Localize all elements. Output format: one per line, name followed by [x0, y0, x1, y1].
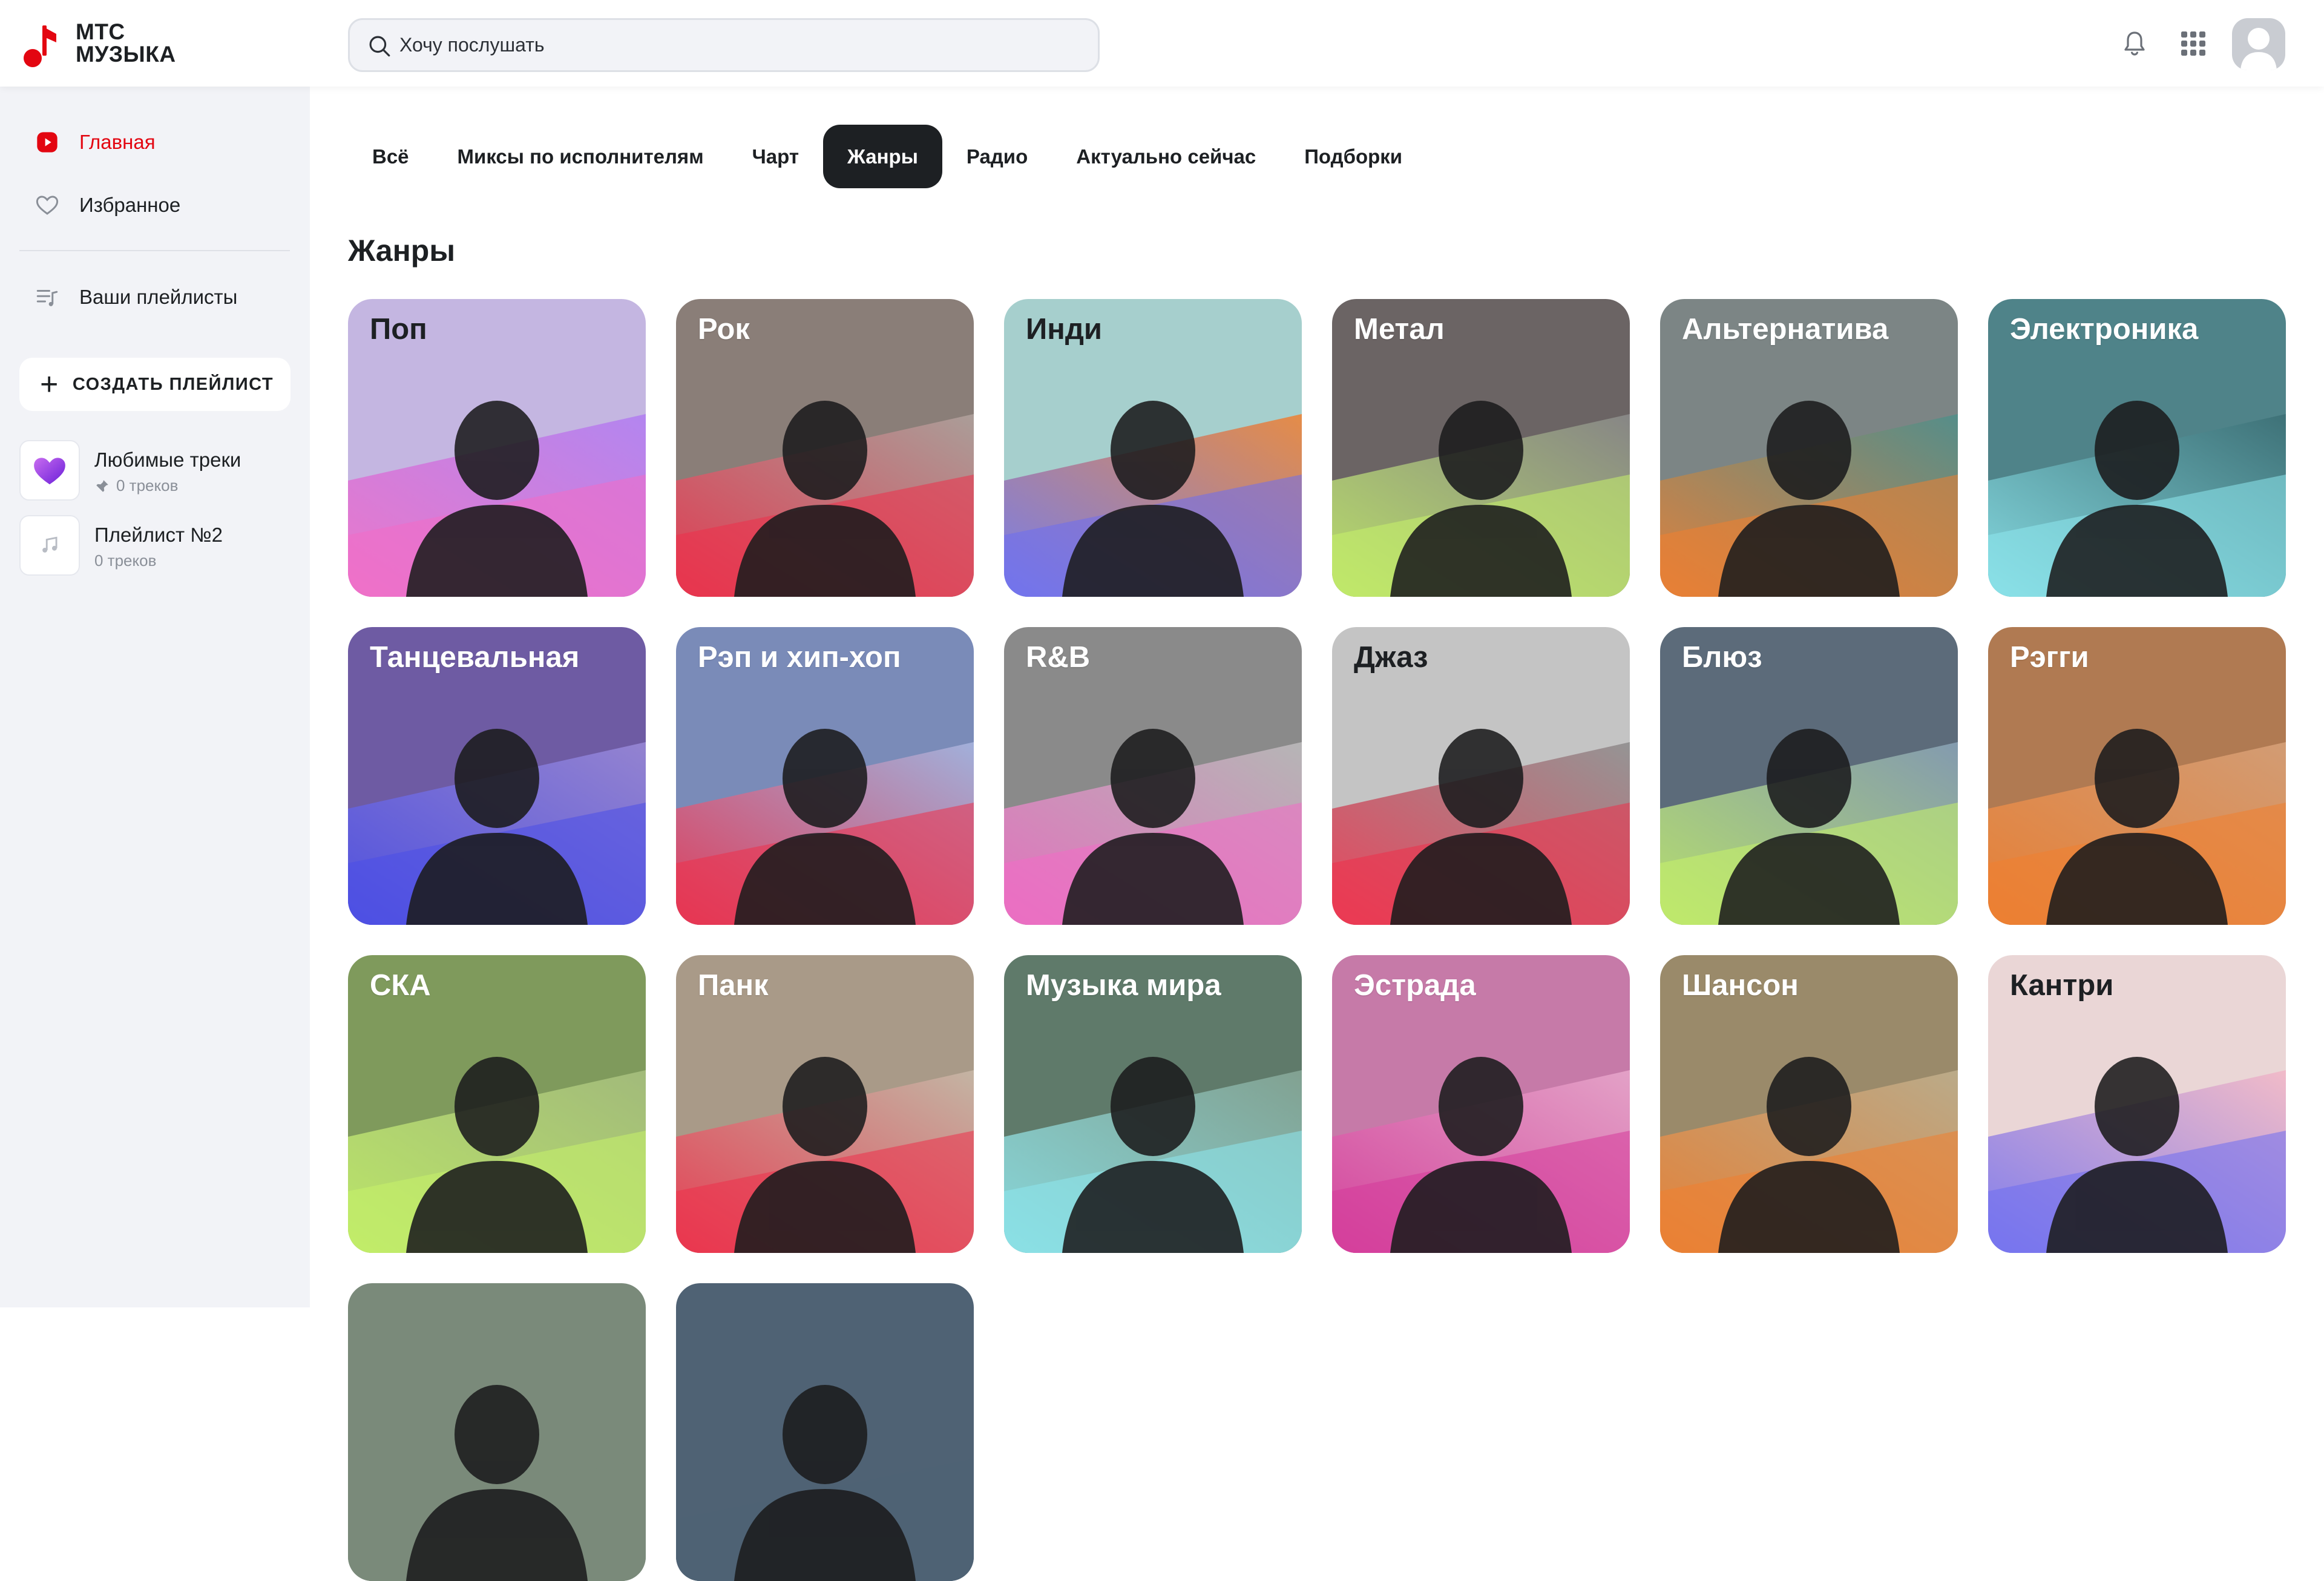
- sidebar-item-playlists[interactable]: Ваши плейлисты: [34, 280, 289, 314]
- genre-card-label: Панк: [698, 969, 769, 1002]
- genre-card-label: Шансон: [1682, 969, 1799, 1002]
- sidebar-item-home[interactable]: Главная: [34, 125, 289, 159]
- category-tabs: Всё Миксы по исполнителям Чарт Жанры Рад…: [348, 125, 1426, 188]
- genre-card[interactable]: Танцевальная: [348, 627, 646, 925]
- genre-card[interactable]: СКА: [348, 955, 646, 1253]
- genre-card-label: Танцевальная: [370, 641, 580, 674]
- genre-card[interactable]: Рок: [676, 299, 974, 597]
- tab-genres[interactable]: Жанры: [823, 125, 942, 188]
- genre-card[interactable]: Джаз: [1332, 627, 1630, 925]
- playlist-title: Любимые треки: [94, 449, 241, 471]
- genre-card[interactable]: Инди: [1004, 299, 1302, 597]
- genre-card[interactable]: Рэгги: [1988, 627, 2286, 925]
- genre-card-label: R&B: [1026, 641, 1091, 674]
- genre-card-label: Музыка мира: [1026, 969, 1221, 1002]
- playlist-subtitle: 0 треков: [94, 551, 157, 570]
- genre-card[interactable]: Эстрада: [1332, 955, 1630, 1253]
- genre-card-label: Метал: [1354, 313, 1445, 346]
- playlist-2[interactable]: Плейлист №2 0 треков: [19, 515, 292, 576]
- search-input[interactable]: [398, 20, 1064, 70]
- sidebar-item-favorites[interactable]: Избранное: [34, 188, 289, 222]
- search-icon: [369, 36, 390, 57]
- tab-collections[interactable]: Подборки: [1280, 125, 1426, 188]
- genre-card[interactable]: Шансон: [1660, 955, 1958, 1253]
- music-note-icon: [42, 536, 57, 553]
- playlist-icon: [34, 284, 60, 310]
- playlist-cover: [19, 515, 80, 576]
- tab-all[interactable]: Всё: [348, 125, 433, 188]
- genre-card-label: Электроника: [2010, 313, 2199, 346]
- playlist-favorite-tracks[interactable]: Любимые треки 0 треков: [19, 440, 292, 501]
- genre-card-label: Альтернатива: [1682, 313, 1889, 346]
- sidebar-divider: [19, 250, 290, 251]
- sidebar-item-label: Избранное: [79, 194, 181, 216]
- mts-logo-mark-icon: [24, 25, 56, 67]
- genre-card-label: Рэгги: [2010, 641, 2089, 674]
- genre-card[interactable]: Рэп и хип-хоп: [676, 627, 974, 925]
- apps-grid-icon[interactable]: [2179, 29, 2208, 58]
- home-play-icon: [34, 130, 60, 155]
- create-playlist-label: СОЗДАТЬ ПЛЕЙЛИСТ: [72, 374, 274, 394]
- bell-icon[interactable]: [2120, 29, 2149, 58]
- genre-card-label: Поп: [370, 313, 427, 346]
- heart-cover-icon: [34, 458, 65, 485]
- genre-grid: Поп Рок Инди Метал Альтернатива Электроника Та…: [348, 299, 2286, 1581]
- genre-card[interactable]: Метал: [1332, 299, 1630, 597]
- genre-card-label: СКА: [370, 969, 431, 1002]
- genre-card[interactable]: Поп: [348, 299, 646, 597]
- create-playlist-button[interactable]: + СОЗДАТЬ ПЛЕЙЛИСТ: [19, 358, 290, 411]
- genre-card[interactable]: [676, 1283, 974, 1581]
- section-title: Жанры: [348, 234, 456, 268]
- sidebar-item-label: Ваши плейлисты: [79, 286, 238, 308]
- tab-trending[interactable]: Актуально сейчас: [1052, 125, 1280, 188]
- genre-card[interactable]: Альтернатива: [1660, 299, 1958, 597]
- genre-card-label: Эстрада: [1354, 969, 1476, 1002]
- genre-card[interactable]: Электроника: [1988, 299, 2286, 597]
- tab-chart[interactable]: Чарт: [728, 125, 823, 188]
- genre-card[interactable]: R&B: [1004, 627, 1302, 925]
- sidebar: Главная Избранное Ваши плейлисты + СОЗДА…: [0, 87, 310, 1307]
- mts-music-logo[interactable]: МТС МУЗЫКА: [22, 18, 204, 73]
- genre-card[interactable]: Кантри: [1988, 955, 2286, 1253]
- search-bar[interactable]: [348, 18, 1100, 72]
- genre-card[interactable]: Музыка мира: [1004, 955, 1302, 1253]
- genre-card[interactable]: Блюз: [1660, 627, 1958, 925]
- playlist-cover: [19, 440, 80, 501]
- genre-artwork: [676, 1283, 974, 1581]
- pin-icon: [96, 479, 108, 492]
- genre-card-label: Джаз: [1354, 641, 1428, 674]
- genre-card-label: Рок: [698, 313, 750, 346]
- genre-card-label: Инди: [1026, 313, 1103, 346]
- plus-icon: +: [40, 367, 59, 402]
- avatar[interactable]: [2232, 18, 2285, 70]
- sidebar-item-label: Главная: [79, 131, 156, 153]
- genre-card[interactable]: [348, 1283, 646, 1581]
- genre-card-label: Блюз: [1682, 641, 1762, 674]
- tab-radio[interactable]: Радио: [942, 125, 1052, 188]
- user-silhouette-icon: [2240, 28, 2277, 70]
- genre-artwork: [348, 1283, 646, 1581]
- tab-artist-mixes[interactable]: Миксы по исполнителям: [433, 125, 728, 188]
- genre-card-label: Рэп и хип-хоп: [698, 641, 901, 674]
- top-bar: МТС МУЗЫКА: [0, 0, 2324, 87]
- logo-text: МТС МУЗЫКА: [76, 19, 176, 67]
- heart-icon: [34, 192, 60, 218]
- genre-card-label: Кантри: [2010, 969, 2114, 1002]
- playlist-title: Плейлист №2: [94, 524, 223, 546]
- genre-card[interactable]: Панк: [676, 955, 974, 1253]
- playlist-subtitle: 0 треков: [94, 476, 178, 495]
